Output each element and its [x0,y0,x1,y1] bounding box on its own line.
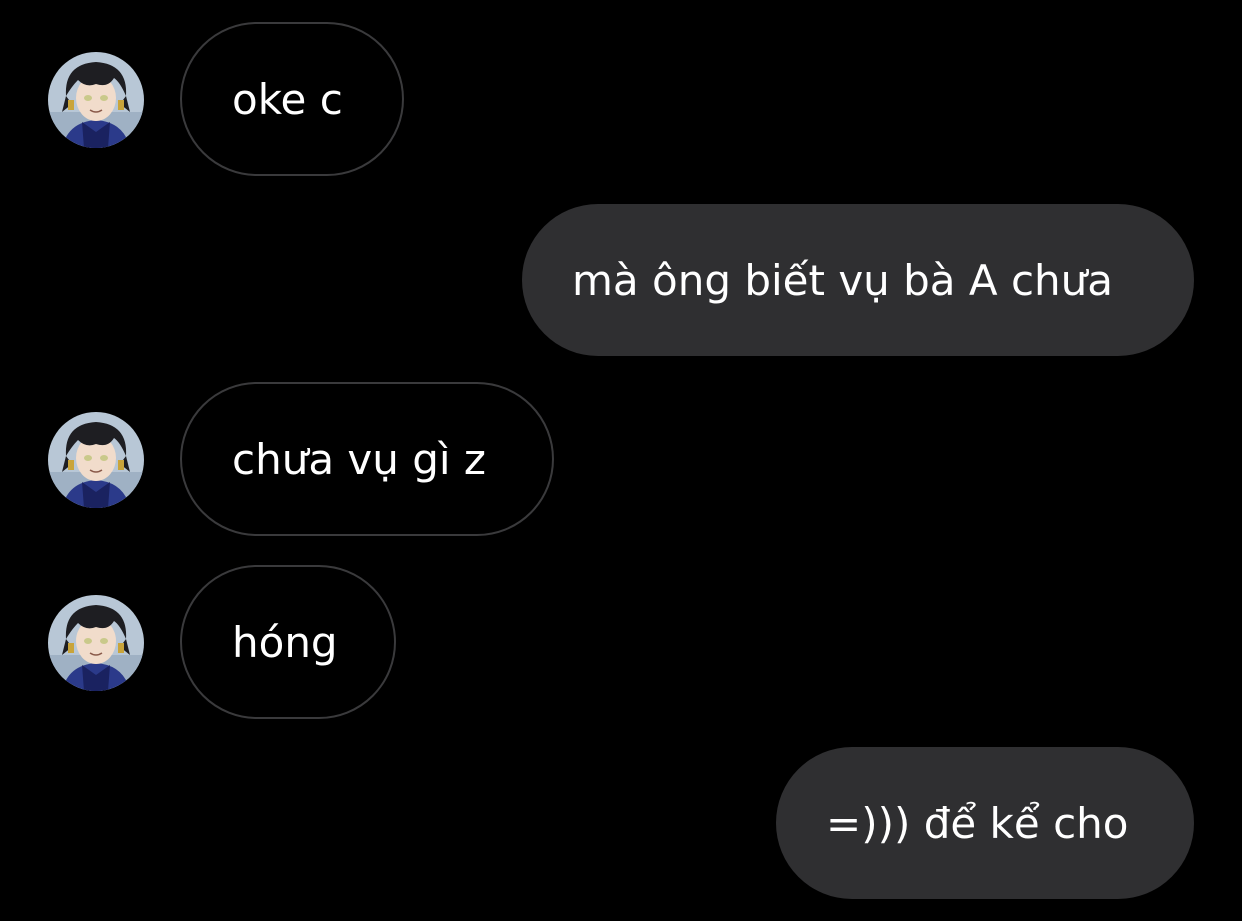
avatar[interactable] [48,595,144,691]
avatar[interactable] [48,52,144,148]
message-text: chưa vụ gì z [232,434,486,484]
avatar-image [48,52,144,148]
avatar-image [48,595,144,691]
message-text: mà ông biết vụ bà A chưa [572,255,1114,305]
message-bubble-incoming[interactable]: hóng [180,565,396,719]
avatar[interactable] [48,412,144,508]
message-bubble-outgoing[interactable]: =))) để kể cho [776,747,1194,899]
message-text: oke c [232,74,343,124]
message-bubble-incoming[interactable]: oke c [180,22,404,176]
message-text: =))) để kể cho [826,798,1129,848]
message-text: hóng [232,617,338,667]
chat-thread: oke c mà ông biết vụ bà A chưa chưa vụ g… [0,0,1242,921]
avatar-image [48,412,144,508]
message-bubble-incoming[interactable]: chưa vụ gì z [180,382,554,536]
message-bubble-outgoing[interactable]: mà ông biết vụ bà A chưa [522,204,1194,356]
